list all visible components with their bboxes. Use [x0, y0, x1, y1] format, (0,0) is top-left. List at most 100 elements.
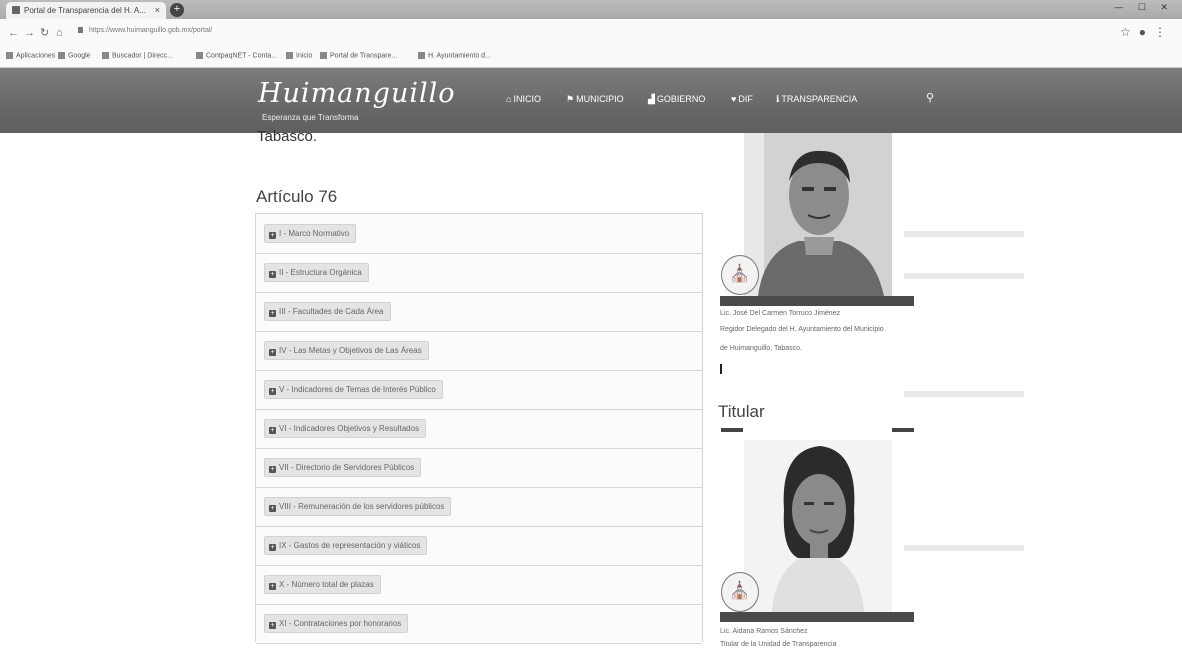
text-cursor [720, 364, 722, 374]
favicon-icon [12, 6, 20, 14]
back-arrow-icon[interactable]: ← [8, 26, 19, 40]
plus-icon: + [269, 232, 276, 239]
bookmark-ayuntamiento[interactable]: H. Ayuntamiento d... [418, 52, 491, 59]
bookmark-icon [286, 52, 293, 59]
official-photo [744, 133, 892, 296]
browser-tab[interactable]: Portal de Transparencia del H. A... × [6, 2, 166, 19]
new-tab-button[interactable]: + [170, 3, 184, 17]
google-icon [58, 52, 65, 59]
bookmark-icon [418, 52, 425, 59]
official-role-cont: de Huimanguillo, Tabasco. [720, 345, 802, 352]
caption-bar [720, 296, 914, 306]
site-logo[interactable]: Huimanguillo [258, 78, 456, 109]
previous-text: Tabasco. [257, 128, 318, 145]
plus-icon: + [269, 466, 276, 473]
background-bleed: ▬▬▬▬▬▬ [904, 380, 1024, 402]
star-and-profile-icons[interactable]: ☆●⋮ [1120, 25, 1174, 39]
site-slogan: Esperanza que Transforma [262, 113, 359, 122]
tab-close-icon[interactable]: × [155, 2, 160, 19]
portrait-woman-icon [744, 440, 892, 612]
fraction-button[interactable]: + I - Marco Normativo [264, 224, 357, 243]
plus-icon: + [269, 310, 276, 317]
fraction-button[interactable]: + III - Facultades de Cada Área [264, 302, 391, 321]
home-browser-icon[interactable]: ⌂ [56, 26, 63, 40]
bookmark-apps[interactable]: Aplicaciones [6, 52, 55, 59]
official-name: Lic. José Del Carmen Torruco Jiménez [720, 310, 841, 317]
forward-arrow-icon[interactable]: → [24, 26, 35, 40]
titular-photo [744, 440, 892, 612]
tab-title: Portal de Transparencia del H. A... [24, 6, 146, 15]
list-item: + II - Estructura Orgánica [256, 253, 702, 293]
municipal-seal-icon: ⛪ [721, 572, 759, 612]
nav-transparencia[interactable]: ℹ TRANSPARENCIA [776, 94, 857, 105]
list-item: + XI - Contrataciones por honorarios [256, 604, 702, 644]
reload-icon[interactable]: ↻ [40, 26, 49, 40]
nav-municipio[interactable]: ⚑ MUNICIPIO [566, 94, 624, 105]
plus-icon: + [269, 544, 276, 551]
fraction-button[interactable]: + VI - Indicadores Objetivos y Resultados [264, 419, 427, 438]
search-icon[interactable]: ⚲ [926, 91, 934, 104]
titular-name: Lic. Aidana Ramos Sánchez [720, 628, 808, 635]
caption-bar [720, 612, 914, 622]
nav-gobierno[interactable]: ▟ GOBIERNO [648, 94, 705, 105]
plus-icon: + [269, 622, 276, 629]
browser-tabstrip: Portal de Transparencia del H. A... × + … [0, 0, 1182, 19]
list-item: + IX - Gastos de representación y viático… [256, 526, 702, 566]
fraction-button[interactable]: + VII - Directorio de Servidores Públicos [264, 458, 422, 477]
plus-icon: + [269, 583, 276, 590]
fraction-button[interactable]: + II - Estructura Orgánica [264, 263, 369, 282]
heart-icon: ♥ [731, 94, 737, 104]
fraction-button[interactable]: + VIII - Remuneración de los servidores p… [264, 497, 452, 516]
plus-icon: + [269, 505, 276, 512]
lock-icon [78, 27, 83, 34]
plus-icon: + [269, 349, 276, 356]
bookmark-directory[interactable]: Buscador | Direcc... [102, 52, 173, 59]
nav-dif[interactable]: ♥ DIF [731, 94, 753, 104]
list-item: + X - Número total de plazas [256, 565, 702, 605]
list-item: + VII - Directorio de Servidores Públicos [256, 448, 702, 488]
building-icon: ▟ [648, 94, 655, 104]
list-item: + I - Marco Normativo [256, 214, 702, 254]
address-bar-row: ← → ↻ ⌂ https://www.huimanguillo.gob.mx/… [0, 19, 1182, 48]
bookmark-contpaq[interactable]: ContpaqNET - Conta... [196, 52, 277, 59]
plus-icon: + [269, 388, 276, 395]
bookmarks-bar: Aplicaciones Google Buscador | Direcc...… [0, 47, 1182, 68]
list-item: + VI - Indicadores Objetivos y Resultados [256, 409, 702, 449]
url-field[interactable]: https://www.huimanguillo.gob.mx/portal/ [78, 27, 212, 34]
background-bleed: ▬▬▬▬▬▬ [904, 262, 1024, 284]
bookmark-icon [102, 52, 109, 59]
background-bleed: ▬▬▬▬▬▬ [904, 534, 1024, 556]
portrait-man-icon [744, 133, 892, 296]
fraction-button[interactable]: + V - Indicadores de Temas de Interés Púb… [264, 380, 443, 399]
flag-icon: ⚑ [566, 94, 575, 104]
plus-icon: + [269, 427, 276, 434]
window-controls[interactable]: — ☐ ✕ [1114, 2, 1174, 13]
info-icon: ℹ [776, 94, 780, 104]
municipal-seal-icon: ⛪ [721, 255, 759, 295]
fraction-button[interactable]: + XI - Contrataciones por honorarios [264, 614, 409, 633]
list-item: + V - Indicadores de Temas de Interés Púb… [256, 370, 702, 410]
titular-heading: Titular [718, 402, 765, 421]
list-item: + IV - Las Metas y Objetivos de Las Áreas [256, 331, 702, 371]
apps-icon [6, 52, 13, 59]
fraction-list: + I - Marco Normativo + II - Estructura Or… [255, 213, 703, 644]
list-item: + VIII - Remuneración de los servidores p… [256, 487, 702, 527]
bookmark-google[interactable]: Google [58, 52, 91, 59]
background-bleed: ▬▬▬▬▬▬ [904, 220, 1024, 242]
plus-icon: + [269, 271, 276, 278]
nav-inicio[interactable]: ⌂ INICIO [506, 94, 541, 104]
official-role: Regidor Delegado del H. Ayuntamiento del… [720, 326, 884, 333]
fraction-button[interactable]: + IX - Gastos de representación y viático… [264, 536, 428, 555]
fraction-button[interactable]: + X - Número total de plazas [264, 575, 381, 594]
bookmark-icon [196, 52, 203, 59]
list-item: + III - Facultades de Cada Área [256, 292, 702, 332]
titular-role: Titular de la Unidad de Transparencia [720, 641, 837, 648]
article-title: Artículo 76 [256, 187, 338, 206]
fraction-button[interactable]: + IV - Las Metas y Objetivos de Las Áreas [264, 341, 429, 360]
bookmark-transparencia[interactable]: Portal de Transpare... [320, 52, 397, 59]
bookmark-inicio[interactable]: Inicio [286, 52, 312, 59]
bookmark-icon [320, 52, 327, 59]
heading-divider [721, 428, 743, 432]
heading-divider [892, 428, 914, 432]
home-icon: ⌂ [506, 94, 512, 104]
